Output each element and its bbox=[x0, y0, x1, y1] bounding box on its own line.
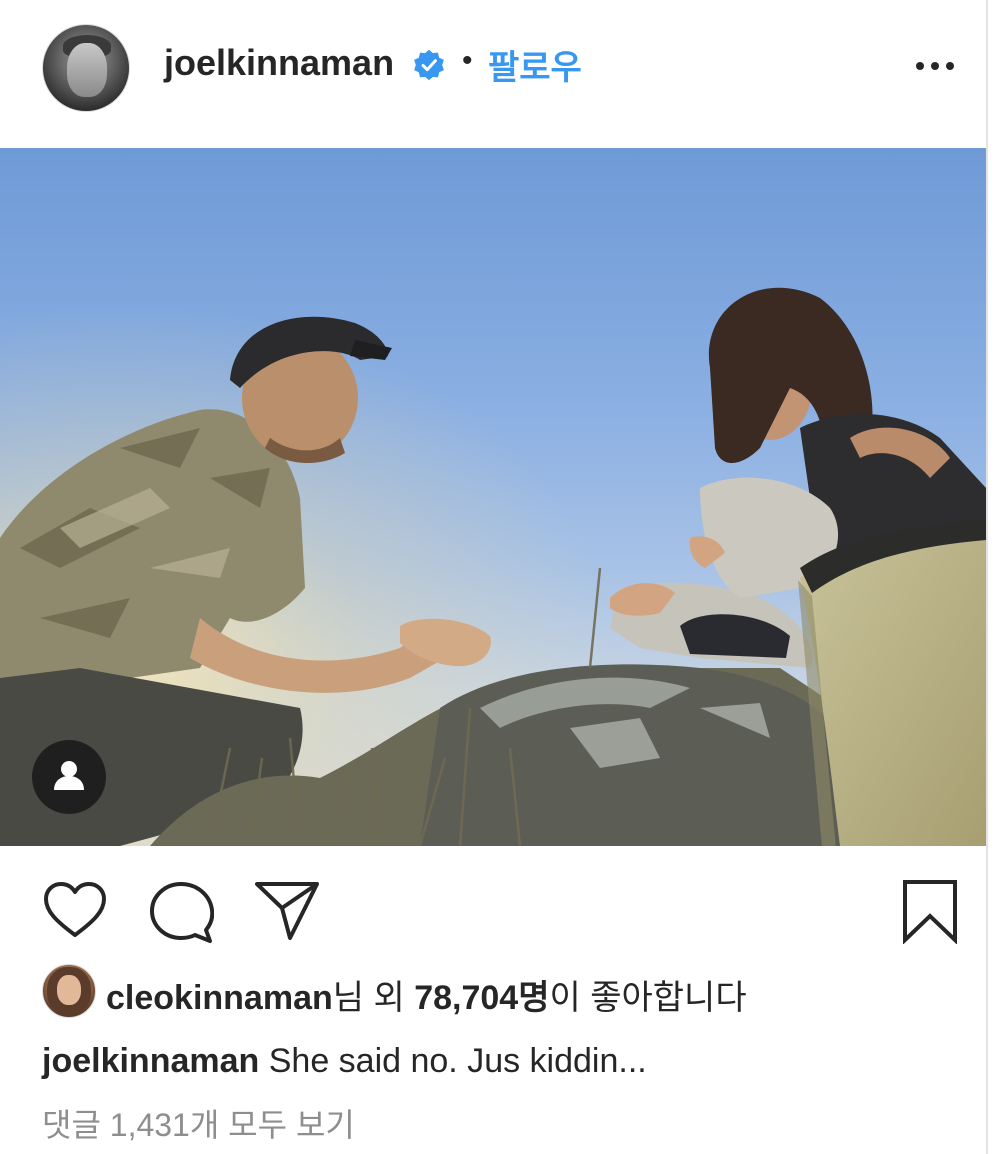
heart-icon[interactable] bbox=[42, 880, 108, 940]
likes-tail: 이 좋아합니다 bbox=[549, 979, 747, 1017]
likes-summary[interactable]: cleokinnaman님 외 78,704명이 좋아합니다 bbox=[42, 964, 982, 1020]
bookmark-icon[interactable] bbox=[900, 878, 960, 944]
photo-scene bbox=[0, 148, 986, 846]
liker-avatar-face bbox=[57, 975, 81, 1005]
scroll-edge-divider bbox=[986, 0, 988, 1154]
user-tag-button[interactable] bbox=[32, 740, 106, 814]
caption-text: She said no. Jus kiddin... bbox=[259, 1042, 647, 1080]
post-header: joelkinnaman • 팔로우 bbox=[0, 0, 986, 148]
author-username[interactable]: joelkinnaman bbox=[164, 42, 394, 84]
user-tag-icon bbox=[54, 761, 84, 790]
more-horizontal-icon[interactable] bbox=[914, 58, 956, 74]
likes-count[interactable]: 78,704 bbox=[414, 979, 518, 1017]
liker-username[interactable]: cleokinnaman bbox=[106, 979, 333, 1017]
likes-text: cleokinnaman님 외 78,704명이 좋아합니다 bbox=[106, 970, 747, 1019]
avatar-face bbox=[67, 43, 107, 97]
view-all-comments-link[interactable]: 댓글 1,431개 모두 보기 bbox=[42, 1100, 355, 1146]
liker-suffix: 님 외 bbox=[332, 979, 415, 1017]
header-separator: • bbox=[462, 44, 473, 77]
post-action-bar bbox=[0, 846, 986, 956]
liker-avatar[interactable] bbox=[42, 964, 96, 1018]
follow-button[interactable]: 팔로우 bbox=[488, 40, 582, 89]
caption-author[interactable]: joelkinnaman bbox=[42, 1042, 259, 1080]
comment-icon[interactable] bbox=[148, 880, 214, 944]
paper-plane-icon[interactable] bbox=[254, 880, 320, 942]
author-avatar[interactable] bbox=[42, 24, 130, 112]
verified-badge-icon bbox=[414, 49, 444, 81]
post-caption: joelkinnaman She said no. Jus kiddin... bbox=[42, 1042, 647, 1081]
post-photo[interactable] bbox=[0, 148, 986, 846]
likes-count-suffix: 명 bbox=[518, 979, 550, 1017]
